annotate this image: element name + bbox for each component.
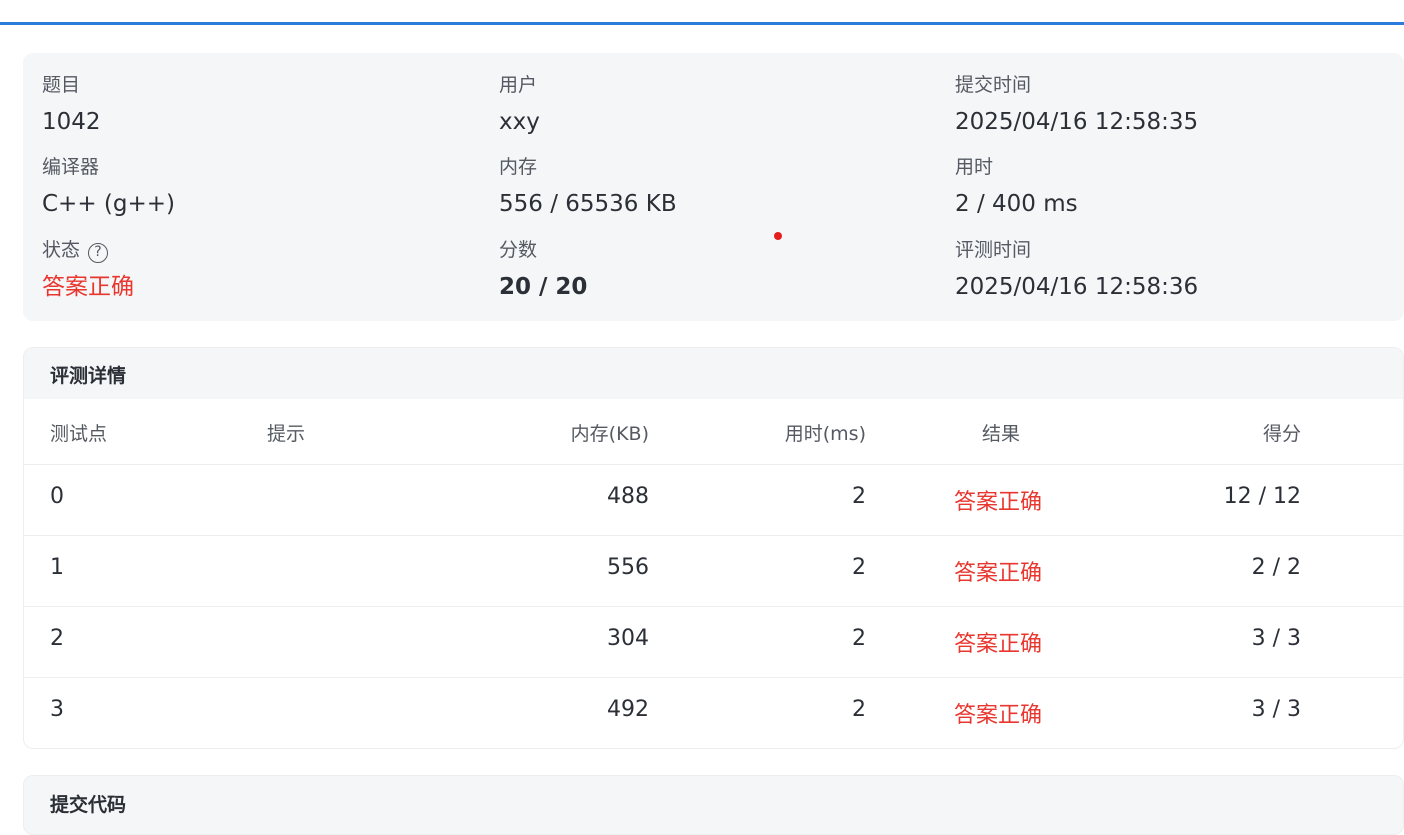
user-value[interactable]: xxy (499, 107, 540, 137)
score-label: 分数 (499, 239, 538, 261)
case-result: 答案正确 (954, 632, 1043, 657)
problem-value[interactable]: 1042 (42, 107, 101, 137)
case-time: 2 (852, 626, 866, 651)
judge-details-panel: 评测详情 测试点 提示 内存(KB) 用时(ms) 结果 得分 0 488 2 … (23, 347, 1404, 749)
case-score: 3 / 3 (1251, 626, 1301, 651)
time-used-value: 2 / 400 ms (955, 191, 1078, 217)
question-circle-icon[interactable]: ? (88, 243, 109, 263)
top-accent-line (0, 22, 1404, 25)
compiler-value: C++ (g++) (42, 191, 176, 217)
table-row: 2 304 2 答案正确 3 / 3 (24, 606, 1403, 678)
user-label: 用户 (499, 74, 538, 96)
header-time: 用时(ms) (784, 423, 866, 445)
problem-label: 题目 (42, 74, 81, 96)
submitted-code-panel: 提交代码 (23, 775, 1404, 835)
case-memory: 304 (607, 626, 649, 651)
memory-value: 556 / 65536 KB (499, 191, 677, 217)
case-score: 3 / 3 (1251, 697, 1301, 722)
judge-time-value: 2025/04/16 12:58:36 (955, 274, 1199, 300)
case-score: 12 / 12 (1223, 484, 1301, 509)
header-case: 测试点 (50, 423, 108, 445)
case-id: 3 (50, 697, 64, 722)
table-row: 0 488 2 答案正确 12 / 12 (24, 464, 1403, 536)
table-row: 3 492 2 答案正确 3 / 3 (24, 677, 1403, 748)
case-result: 答案正确 (954, 490, 1043, 515)
time-used-label: 用时 (955, 156, 994, 178)
judge-details-header: 评测详情 (24, 348, 1403, 399)
case-memory: 488 (607, 484, 649, 509)
table-header: 测试点 提示 内存(KB) 用时(ms) 结果 得分 (24, 399, 1403, 465)
header-hint: 提示 (267, 423, 306, 445)
case-score: 2 / 2 (1251, 555, 1301, 580)
submission-info-panel: 题目 1042 编译器 C++ (g++) 状态? 答案正确 用户 xxy 内存… (23, 53, 1404, 321)
table-row: 1 556 2 答案正确 2 / 2 (24, 535, 1403, 607)
submitted-code-title: 提交代码 (50, 794, 127, 816)
case-result: 答案正确 (954, 561, 1043, 586)
submit-time-label: 提交时间 (955, 74, 1032, 96)
status-label-row: 状态? (42, 238, 109, 263)
case-result: 答案正确 (954, 703, 1043, 728)
judge-time-label: 评测时间 (955, 239, 1032, 261)
case-id: 2 (50, 626, 64, 651)
status-label: 状态 (42, 239, 81, 261)
cursor-dot (774, 232, 782, 240)
submit-time-value: 2025/04/16 12:58:35 (955, 109, 1199, 135)
header-memory: 内存(KB) (570, 423, 649, 445)
case-id: 0 (50, 484, 64, 509)
case-memory: 492 (607, 697, 649, 722)
case-memory: 556 (607, 555, 649, 580)
case-id: 1 (50, 555, 64, 580)
status-value: 答案正确 (42, 274, 134, 300)
memory-label: 内存 (499, 156, 538, 178)
case-time: 2 (852, 555, 866, 580)
header-result: 结果 (982, 423, 1021, 445)
compiler-label: 编译器 (42, 156, 100, 178)
case-time: 2 (852, 697, 866, 722)
score-value: 20 / 20 (499, 274, 588, 300)
judge-details-title: 评测详情 (50, 365, 127, 387)
header-score: 得分 (1262, 423, 1301, 445)
case-time: 2 (852, 484, 866, 509)
